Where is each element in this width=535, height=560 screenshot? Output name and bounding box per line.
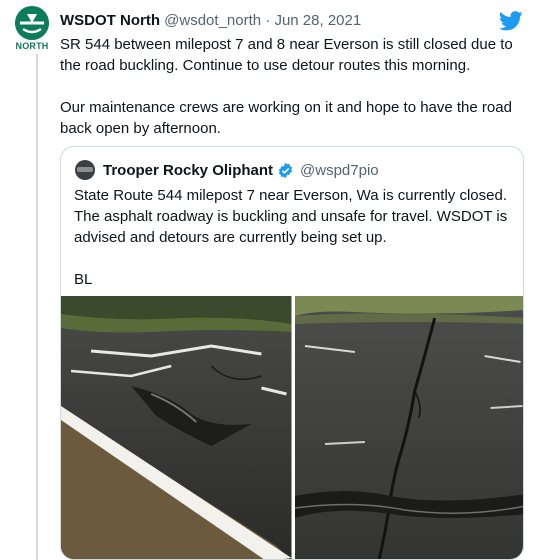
- tweet-date[interactable]: Jun 28, 2021: [274, 12, 361, 29]
- quoted-paragraph: State Route 544 milepost 7 near Everson,…: [74, 187, 508, 246]
- quoted-paragraph: BL: [74, 271, 93, 288]
- quoted-author-name[interactable]: Trooper Rocky Oliphant: [103, 162, 273, 179]
- tweet-paragraph: SR 544 between milepost 7 and 8 near Eve…: [60, 36, 513, 74]
- quoted-tweet-photos: [61, 296, 523, 559]
- wsdot-logo-icon: [15, 6, 49, 40]
- tweet-text: SR 544 between milepost 7 and 8 near Eve…: [60, 34, 525, 139]
- quoted-author-avatar[interactable]: [75, 160, 95, 180]
- quoted-tweet-header: Trooper Rocky Oliphant @wspd7pio: [75, 160, 379, 180]
- avatar-caption: NORTH: [15, 41, 49, 51]
- quoted-tweet-text: State Route 544 milepost 7 near Everson,…: [74, 185, 514, 290]
- quoted-author-handle[interactable]: @wspd7pio: [300, 162, 379, 179]
- author-name[interactable]: WSDOT North: [60, 12, 160, 29]
- quoted-tweet-card[interactable]: Trooper Rocky Oliphant @wspd7pio State R…: [60, 146, 524, 560]
- twitter-bird-icon[interactable]: [499, 11, 523, 31]
- thread-line: [36, 54, 38, 560]
- buckled-road-photo-left[interactable]: [61, 296, 292, 559]
- verified-badge-icon: [278, 162, 293, 178]
- meta-separator: ·: [261, 12, 275, 29]
- tweet-paragraph: Our maintenance crews are working on it …: [60, 99, 512, 137]
- tweet-header: WSDOT North @wsdot_north · Jun 28, 2021: [60, 12, 361, 29]
- author-avatar[interactable]: NORTH: [10, 6, 54, 51]
- author-handle[interactable]: @wsdot_north: [164, 12, 261, 29]
- cracked-road-photo-right[interactable]: [294, 296, 523, 559]
